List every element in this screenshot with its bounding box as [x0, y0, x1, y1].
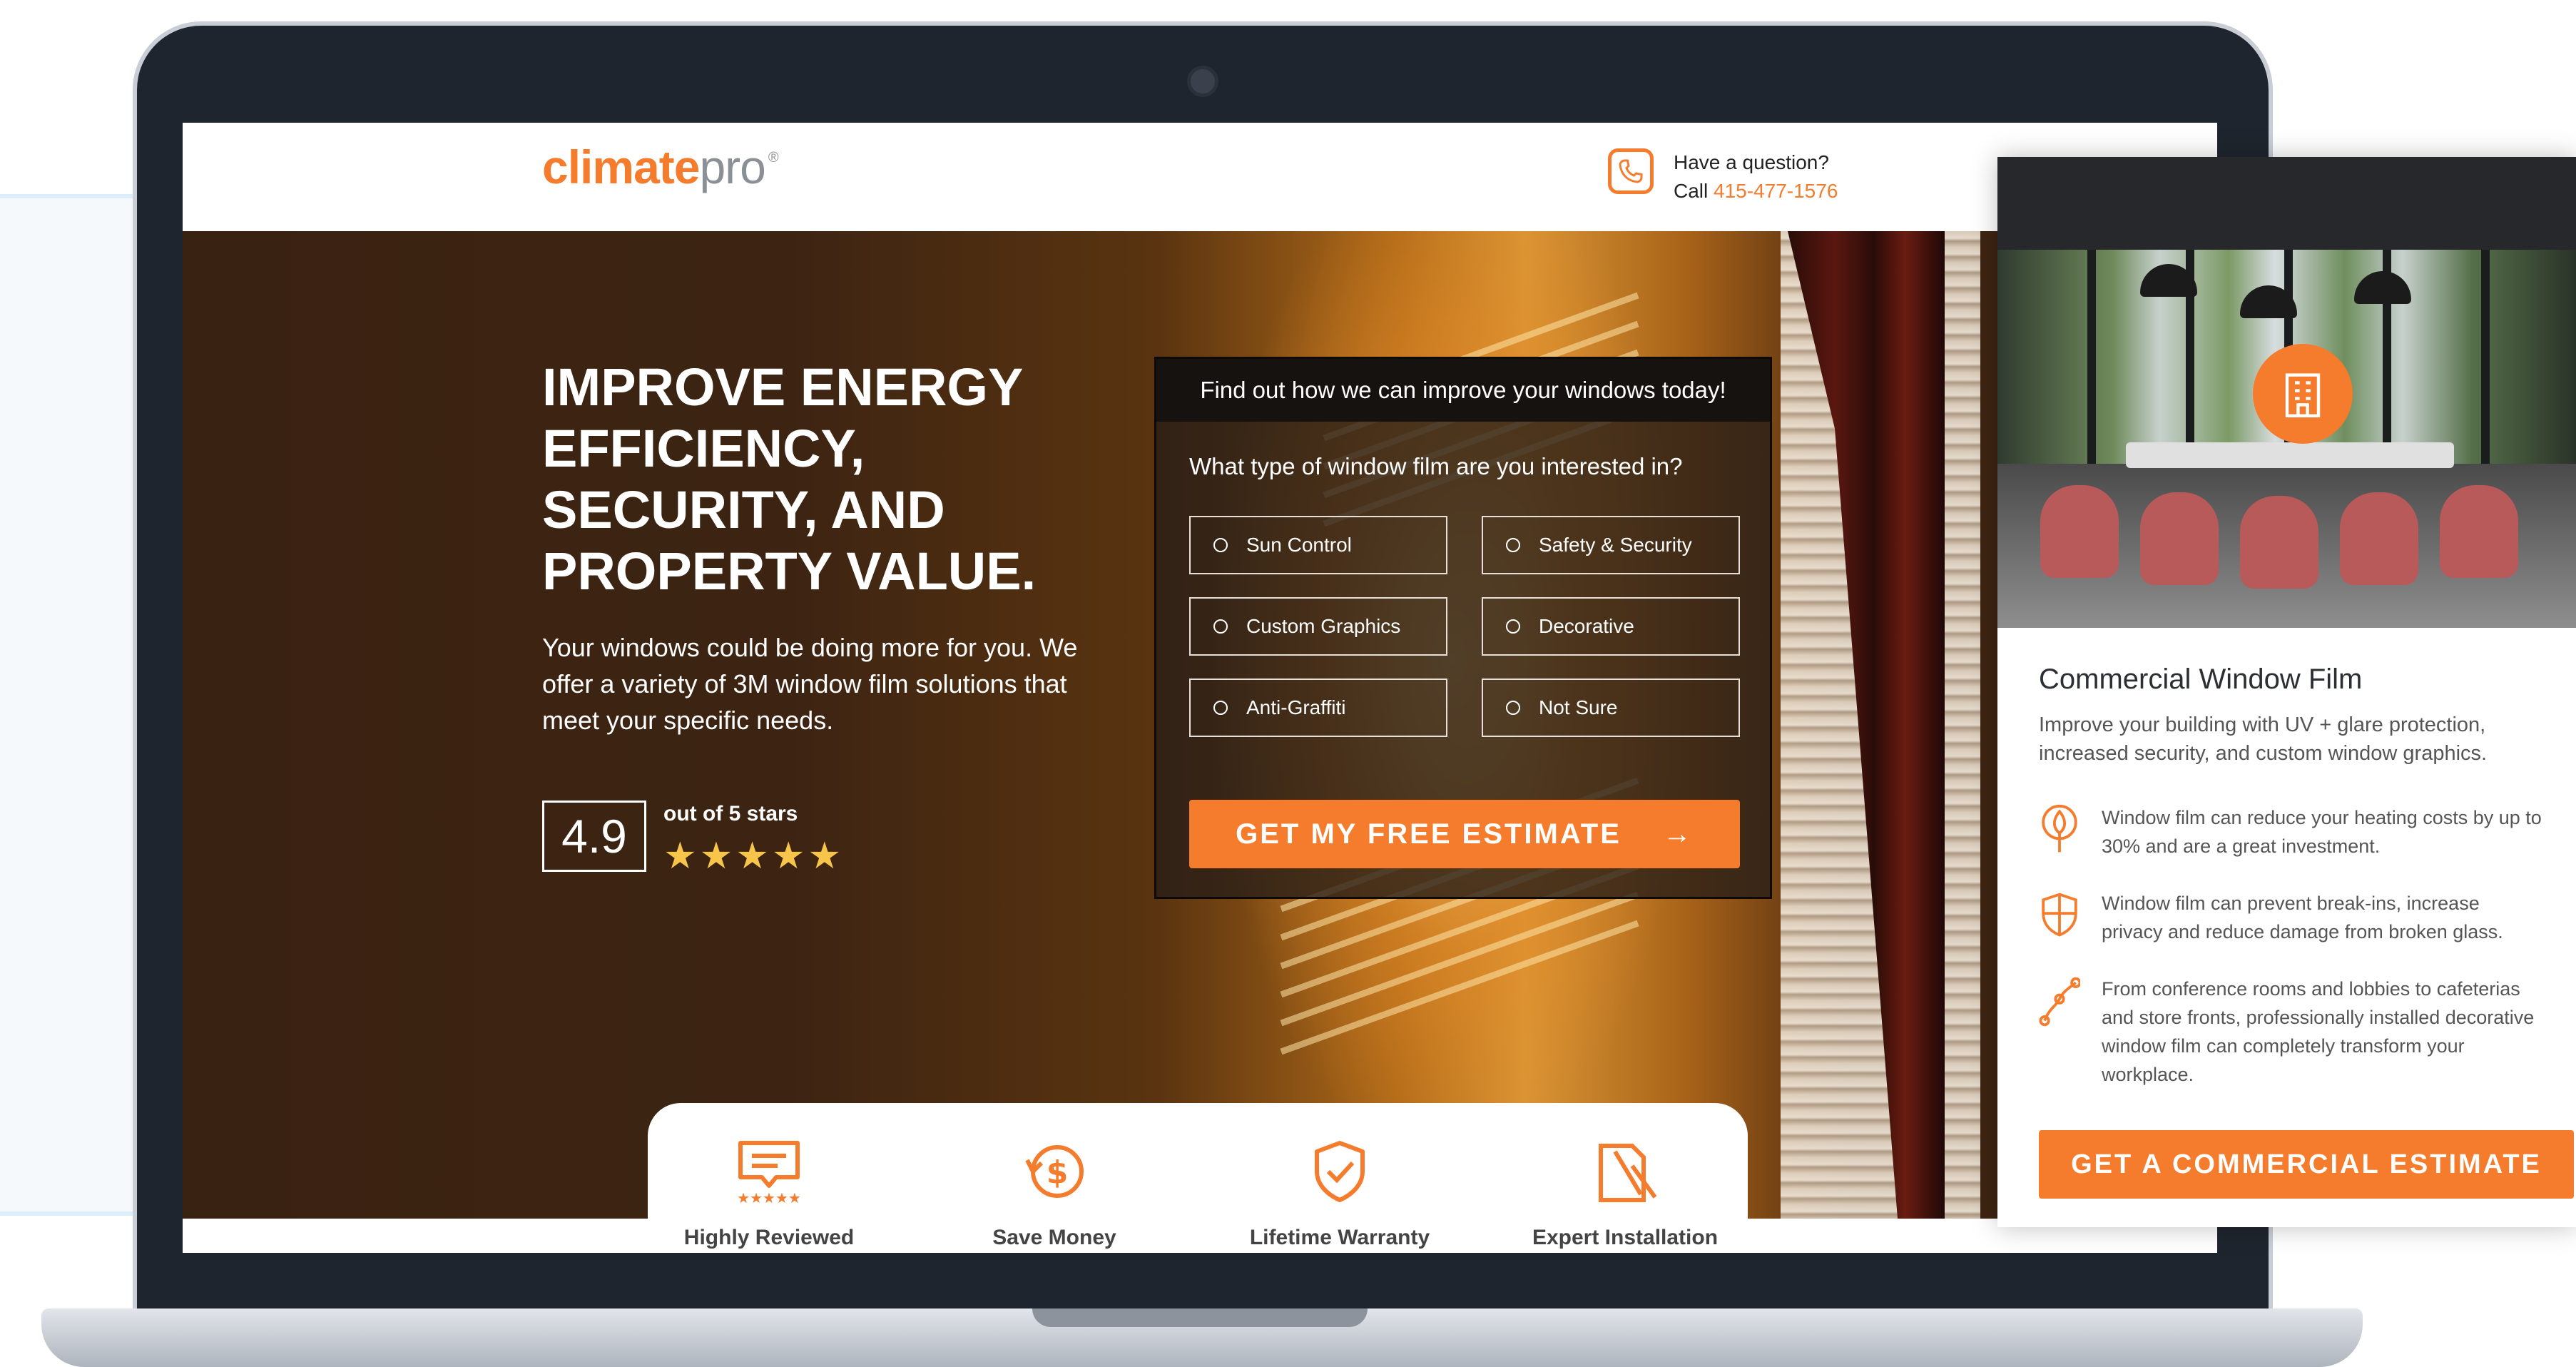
radio-icon[interactable]	[1506, 538, 1520, 552]
feature-save-money: $ Save Money	[933, 1137, 1176, 1250]
form-header: Find out how we can improve your windows…	[1156, 359, 1770, 422]
building-icon	[2253, 344, 2353, 444]
feature-lifetime-warranty: Lifetime Warranty	[1218, 1137, 1461, 1250]
chair	[2040, 485, 2119, 578]
commercial-card: Commercial Window Film Improve your buil…	[1997, 157, 2576, 1227]
get-commercial-estimate-button[interactable]: GET A COMMERCIAL ESTIMATE	[2039, 1130, 2574, 1199]
estimate-form: Find out how we can improve your windows…	[1154, 357, 1772, 899]
rating-label: out of 5 stars	[663, 802, 798, 825]
laptop-screen: climatepro ® Have a question? Call 415-47…	[183, 123, 2217, 1253]
option-decorative[interactable]: Decorative	[1482, 597, 1740, 656]
shield-icon	[2042, 893, 2077, 937]
question-text: Have a question?	[1674, 151, 1829, 173]
contact-question: Have a question? Call 415-477-1576	[1674, 148, 1838, 205]
svg-text:$: $	[1047, 1154, 1069, 1191]
feature-label: Expert Installation	[1532, 1226, 1719, 1249]
rating-stars: ★★★★★	[663, 835, 845, 877]
option-safety-security[interactable]: Safety & Security	[1482, 516, 1740, 574]
hero-subtitle: Your windows could be doing more for you…	[542, 633, 1078, 735]
card-title: Commercial Window Film	[2039, 664, 2363, 695]
review-icon: ★★★★★	[737, 1141, 801, 1206]
arrow-right-icon: →	[1662, 818, 1694, 850]
phone-number-link[interactable]: 415-477-1576	[1714, 180, 1838, 202]
laptop-camera	[1187, 66, 1218, 97]
hero-title: IMPROVE ENERGY EFFICIENCY, SECURITY, AND…	[542, 357, 1037, 601]
option-custom-graphics[interactable]: Custom Graphics	[1189, 597, 1447, 656]
radio-icon[interactable]	[1506, 701, 1520, 715]
conference-table	[2126, 442, 2454, 468]
call-label: Call	[1674, 180, 1709, 202]
brand-logo[interactable]: climatepro ®	[542, 140, 779, 194]
radio-icon[interactable]	[1506, 619, 1520, 634]
option-anti-graffiti[interactable]: Anti-Graffiti	[1189, 679, 1447, 737]
phone-icon[interactable]	[1608, 148, 1654, 194]
conference-room-photo	[1997, 157, 2576, 628]
form-question: What type of window film are you interes…	[1189, 453, 1683, 479]
feature-label: Highly Reviewed	[683, 1226, 855, 1249]
chair	[2140, 492, 2219, 585]
features-strip: ★★★★★ Highly Reviewed $ Save Money Lifet…	[648, 1103, 1748, 1253]
option-not-sure[interactable]: Not Sure	[1482, 679, 1740, 737]
svg-text:★★★★★: ★★★★★	[737, 1189, 801, 1206]
save-money-icon: $	[1025, 1145, 1084, 1198]
radio-icon[interactable]	[1213, 538, 1228, 552]
laptop-base-notch	[1032, 1308, 1368, 1327]
feature-expert-installation: Expert Installation	[1504, 1137, 1746, 1250]
site-header: climatepro ® Have a question? Call 415-47…	[183, 123, 2217, 231]
hero-section: IMPROVE ENERGY EFFICIENCY, SECURITY, AND…	[183, 231, 2217, 1219]
feature-highly-reviewed: ★★★★★ Highly Reviewed	[648, 1137, 890, 1250]
radio-icon[interactable]	[1213, 619, 1228, 634]
get-free-estimate-button[interactable]: GET MY FREE ESTIMATE →	[1189, 800, 1740, 868]
chair	[2240, 496, 2318, 589]
rating-score: 4.9	[542, 801, 646, 872]
chair	[2340, 492, 2418, 585]
shield-check-icon	[1315, 1141, 1365, 1202]
radio-icon[interactable]	[1213, 701, 1228, 715]
option-sun-control[interactable]: Sun Control	[1189, 516, 1447, 574]
card-subtitle: Improve your building with UV + glare pr…	[2039, 713, 2488, 765]
feature-label: Lifetime Warranty	[1249, 1226, 1430, 1249]
decorative-path-icon	[2039, 977, 2080, 1027]
leaf-icon	[2042, 804, 2077, 853]
chair	[2440, 485, 2518, 578]
tools-icon	[1599, 1144, 1657, 1202]
background-accent-panel	[0, 194, 136, 1216]
feature-label: Save Money	[992, 1226, 1116, 1249]
